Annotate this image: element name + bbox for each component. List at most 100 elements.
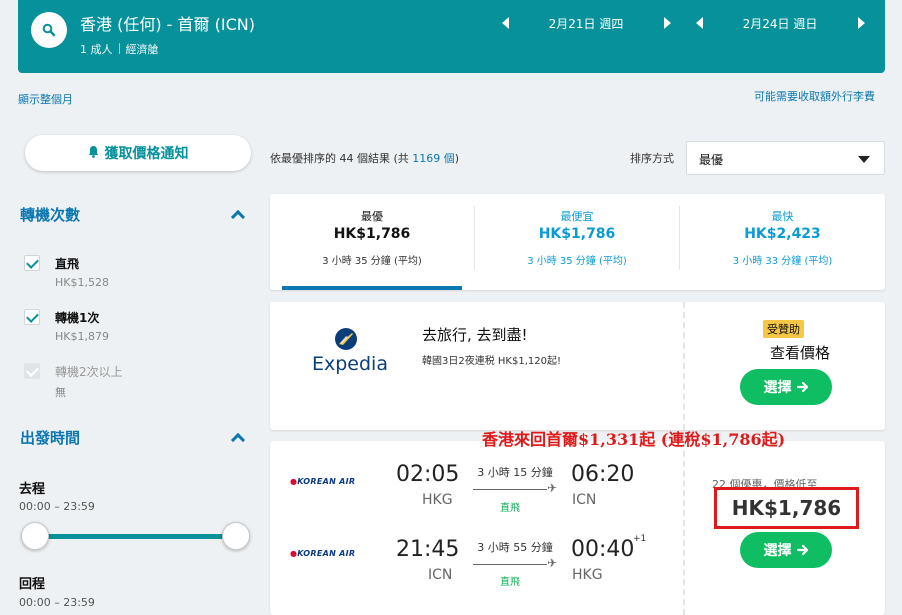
return-next-day-button[interactable]: [856, 17, 866, 29]
results-prefix: 依最優排序的 44 個結果 (共: [270, 152, 413, 165]
sort-select[interactable]: 最優: [686, 141, 885, 175]
stops-direct-label[interactable]: 直飛: [55, 255, 79, 272]
tab-fastest-duration: 3 小時 33 分鐘 (平均): [732, 256, 833, 267]
passengers: 1 成人: [80, 43, 113, 56]
chevron-up-icon[interactable]: [230, 432, 246, 448]
outbound-slider-max-handle[interactable]: [222, 522, 250, 550]
outbound-time-label: 去程: [19, 482, 46, 497]
chevron-up-icon[interactable]: [230, 209, 246, 225]
chevron-left-icon: [695, 17, 703, 29]
depart-date[interactable]: 2月21日 週四: [510, 15, 662, 32]
tab-best-duration: 3 小時 35 分鐘 (平均): [322, 256, 422, 267]
tab-fastest[interactable]: 最快 HK$2,423 3 小時 33 分鐘 (平均): [680, 194, 885, 290]
stops-two-plus-label: 轉機2次以上: [55, 365, 123, 379]
stops-one-checkbox[interactable]: [24, 309, 40, 325]
stops-two-plus-checkbox: [24, 363, 40, 379]
return-time-label: 回程: [19, 577, 46, 592]
sponsored-badge: 受贊助: [763, 320, 804, 338]
results-total: 1169 個: [412, 152, 455, 165]
depart-date-picker: 2月21日 週四: [500, 14, 672, 32]
plane-icon: ✈: [547, 481, 558, 495]
price-alert-button[interactable]: 獲取價格通知: [25, 135, 251, 171]
tab-best-price: HK$1,786: [333, 226, 411, 242]
times-filter-title[interactable]: 出發時間: [20, 427, 80, 448]
tab-cheapest[interactable]: 最便宜 HK$1,786 3 小時 35 分鐘 (平均): [475, 194, 679, 290]
korean-air-logo: ●KOREAN AIR: [290, 549, 356, 558]
stops-one-price: HK$1,879: [55, 330, 109, 343]
airline-name: KOREAN AIR: [297, 549, 356, 558]
card-divider: [683, 302, 685, 430]
search-icon: [42, 23, 56, 37]
flight-price: HK$1,786: [714, 487, 859, 529]
stops-direct-price: HK$1,528: [55, 276, 109, 289]
inbound-depart-time: 21:45: [396, 537, 460, 562]
flight-select-button[interactable]: 選擇: [740, 532, 832, 568]
tab-fastest-price: HK$2,423: [744, 226, 821, 242]
sort-tabs: 最優 HK$1,786 3 小時 35 分鐘 (平均) 最便宜 HK$1,786…: [270, 194, 885, 290]
depart-next-day-button[interactable]: [662, 17, 672, 29]
traveler-summary[interactable]: 1 成人 經濟艙: [80, 41, 159, 57]
extra-fees-link[interactable]: 可能需要收取額外行李費: [754, 88, 875, 104]
promo-annotation: 香港來回首爾$1,331起 (連稅$1,786起): [482, 430, 786, 449]
show-month-link[interactable]: 顯示整個月: [18, 91, 73, 107]
price-alert-label: 獲取價格通知: [104, 146, 189, 162]
card-divider: [683, 441, 685, 615]
depart-prev-day-button[interactable]: [500, 17, 510, 29]
outbound-flight-line: [473, 489, 547, 490]
chevron-left-icon: [501, 17, 509, 29]
tab-best[interactable]: 最優 HK$1,786 3 小時 35 分鐘 (平均): [270, 194, 474, 290]
flight-select-label: 選擇: [763, 543, 792, 559]
outbound-slider-min-handle[interactable]: [21, 522, 49, 550]
tab-cheapest-title: 最便宜: [560, 210, 594, 223]
ad-card[interactable]: Expedia 去旅行, 去到盡! 韓國3日2夜連税 HK$1,120起! 受贊…: [270, 302, 885, 430]
outbound-duration: 3 小時 15 分鐘: [477, 466, 553, 479]
ad-subtitle: 韓國3日2夜連税 HK$1,120起!: [422, 356, 561, 367]
return-date-picker: 2月24日 週日: [694, 14, 866, 32]
stops-direct-checkbox[interactable]: [24, 255, 40, 271]
next-day-indicator: +1: [633, 534, 647, 544]
outbound-arrive-airport: ICN: [572, 492, 597, 508]
results-suffix: ): [454, 152, 460, 165]
ad-select-button[interactable]: 選擇: [740, 369, 832, 405]
flight-price-value: HK$1,786: [731, 496, 842, 520]
inbound-arrive-time: 00:40: [571, 537, 635, 562]
outbound-depart-airport: HKG: [422, 492, 453, 508]
chevron-right-icon: [857, 17, 865, 29]
tab-cheapest-price: HK$1,786: [538, 226, 616, 242]
see-price-label: 查看價格: [769, 344, 830, 362]
sort-label: 排序方式: [630, 152, 674, 165]
outbound-arrive-time: 06:20: [571, 462, 635, 487]
search-header: 香港 (任何) - 首爾 (ICN) 1 成人 經濟艙 2月21日 週四 2月24…: [18, 0, 885, 73]
return-prev-day-button[interactable]: [694, 17, 704, 29]
route-title[interactable]: 香港 (任何) - 首爾 (ICN): [80, 11, 255, 35]
stops-filter-title[interactable]: 轉機次數: [20, 204, 80, 225]
return-time-range: 00:00 – 23:59: [19, 596, 95, 609]
stops-two-plus-price: 無: [55, 386, 66, 399]
outbound-time-range: 00:00 – 23:59: [19, 500, 95, 513]
outbound-stops: 直飛: [500, 503, 520, 514]
inbound-arrive-airport: HKG: [572, 567, 603, 583]
outbound-depart-time: 02:05: [396, 462, 460, 487]
ad-title: 去旅行, 去到盡!: [422, 326, 528, 344]
tab-cheapest-duration: 3 小時 35 分鐘 (平均): [527, 256, 627, 267]
stops-one-label[interactable]: 轉機1次: [55, 309, 99, 326]
search-button[interactable]: [31, 12, 67, 48]
airline-name: KOREAN AIR: [297, 477, 356, 486]
return-date[interactable]: 2月24日 週日: [704, 15, 856, 32]
tab-best-title: 最優: [361, 210, 383, 223]
chevron-right-icon: [663, 17, 671, 29]
ad-select-label: 選擇: [763, 380, 792, 396]
chevron-down-icon: [858, 156, 870, 163]
expedia-wordmark: Expedia: [312, 353, 388, 375]
sort-value: 最優: [699, 153, 724, 167]
inbound-flight-line: [473, 564, 547, 565]
inbound-stops: 直飛: [500, 577, 520, 588]
outbound-time-slider[interactable]: [35, 534, 235, 539]
plane-icon: ✈: [547, 556, 558, 570]
arrow-right-icon: [796, 544, 809, 556]
korean-air-logo: ●KOREAN AIR: [290, 477, 356, 486]
bell-icon: [88, 145, 99, 162]
tab-fastest-title: 最快: [771, 210, 794, 223]
cabin-class: 經濟艙: [125, 43, 159, 56]
expedia-logo: Expedia: [310, 326, 390, 376]
